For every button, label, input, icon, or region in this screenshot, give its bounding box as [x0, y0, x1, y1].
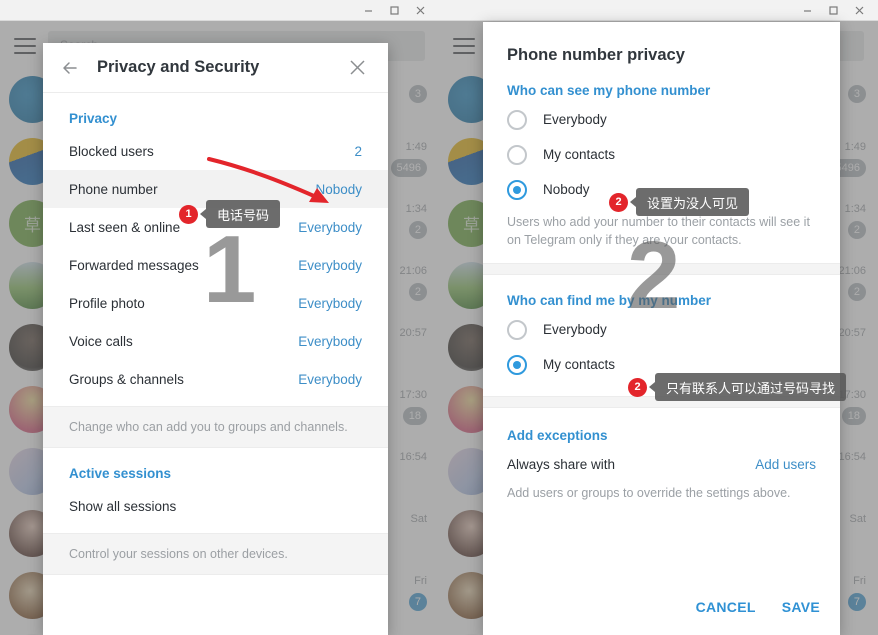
setting-row-blocked-users[interactable]: Blocked users 2: [43, 132, 388, 170]
sessions-note: Control your sessions on other devices.: [43, 533, 388, 575]
page-title: Privacy and Security: [97, 58, 260, 76]
dialog-title: Phone number privacy: [507, 46, 685, 64]
row-value: Everybody: [298, 295, 362, 311]
row-value: Everybody: [298, 257, 362, 273]
row-label: Groups & channels: [69, 371, 184, 387]
option-label: Everybody: [543, 112, 607, 127]
always-share-row: Always share with Add users: [483, 443, 840, 472]
left-titlebar: [0, 0, 439, 21]
annotation-step-2: 2 设置为没人可见: [609, 188, 750, 216]
option-label: Everybody: [543, 322, 607, 338]
privacy-security-dialog: Privacy and Security Privacy Blocked use…: [43, 43, 388, 635]
privacy-section-title: Privacy: [69, 111, 118, 126]
save-button[interactable]: SAVE: [782, 599, 820, 615]
radio-see-everybody[interactable]: Everybody: [483, 102, 840, 137]
radio-see-my-contacts[interactable]: My contacts: [483, 137, 840, 172]
option-label: My contacts: [543, 147, 616, 162]
minimize-icon[interactable]: [355, 1, 381, 20]
who-can-see-title: Who can see my phone number: [507, 83, 711, 98]
option-label: Nobody: [543, 182, 590, 197]
radio-icon: [507, 109, 527, 130]
step-number-1-watermark: 1: [203, 216, 257, 323]
close-icon[interactable]: [407, 1, 433, 20]
groups-note: Change who can add you to groups and cha…: [43, 406, 388, 448]
step-badge-1: 1: [179, 204, 198, 224]
back-arrow-icon[interactable]: [55, 53, 85, 83]
maximize-icon[interactable]: [820, 1, 846, 20]
step-number-2-watermark: 2: [627, 222, 681, 329]
row-label: Show all sessions: [69, 498, 177, 514]
row-label: Forwarded messages: [69, 257, 199, 273]
row-value: Nobody: [315, 181, 362, 197]
add-users-button[interactable]: Add users: [755, 457, 816, 472]
add-exceptions-title[interactable]: Add exceptions: [483, 408, 840, 443]
row-label: Profile photo: [69, 295, 145, 311]
callout-text-2: 设置为没人可见: [636, 188, 750, 216]
close-icon[interactable]: [846, 1, 872, 20]
right-window: Search e... 3 1:495496 草 1:342: [439, 0, 878, 635]
row-label: Voice calls: [69, 333, 133, 349]
left-window: Search e... 3 1:495496 草 1:342: [0, 0, 439, 635]
active-sessions-title[interactable]: Active sessions: [43, 448, 388, 487]
row-value: 2: [354, 143, 362, 159]
row-value: Everybody: [298, 371, 362, 387]
show-all-sessions-row[interactable]: Show all sessions: [43, 487, 388, 525]
always-share-label: Always share with: [507, 457, 616, 473]
radio-icon: [507, 319, 527, 340]
option-label: My contacts: [543, 357, 616, 373]
setting-row-groups-channels[interactable]: Groups & channels Everybody: [43, 360, 388, 398]
step-badge-3: 2: [628, 377, 647, 397]
annotation-step-1: 1 电话号码: [179, 200, 281, 228]
dialog-actions: CANCEL SAVE: [696, 599, 820, 615]
row-value: Everybody: [298, 219, 362, 235]
row-label: Blocked users: [69, 143, 154, 159]
radio-selected-icon: [507, 179, 527, 200]
dialog-header: Privacy and Security: [43, 43, 388, 93]
step-badge-2: 2: [609, 192, 628, 212]
right-titlebar: [439, 0, 878, 21]
radio-icon: [507, 144, 527, 165]
screen: Search e... 3 1:495496 草 1:342: [0, 0, 878, 635]
cancel-button[interactable]: CANCEL: [696, 599, 756, 615]
row-value: Everybody: [298, 333, 362, 349]
radio-selected-icon: [507, 354, 527, 375]
maximize-icon[interactable]: [381, 1, 407, 20]
callout-text-3: 只有联系人可以通过号码寻找: [655, 373, 847, 401]
close-icon[interactable]: [342, 53, 372, 83]
setting-row-voice-calls[interactable]: Voice calls Everybody: [43, 322, 388, 360]
row-label: Phone number: [69, 181, 158, 197]
annotation-step-3: 2 只有联系人可以通过号码寻找: [628, 373, 847, 401]
callout-text-1: 电话号码: [206, 200, 281, 228]
minimize-icon[interactable]: [794, 1, 820, 20]
exceptions-note: Add users or groups to override the sett…: [507, 486, 791, 501]
